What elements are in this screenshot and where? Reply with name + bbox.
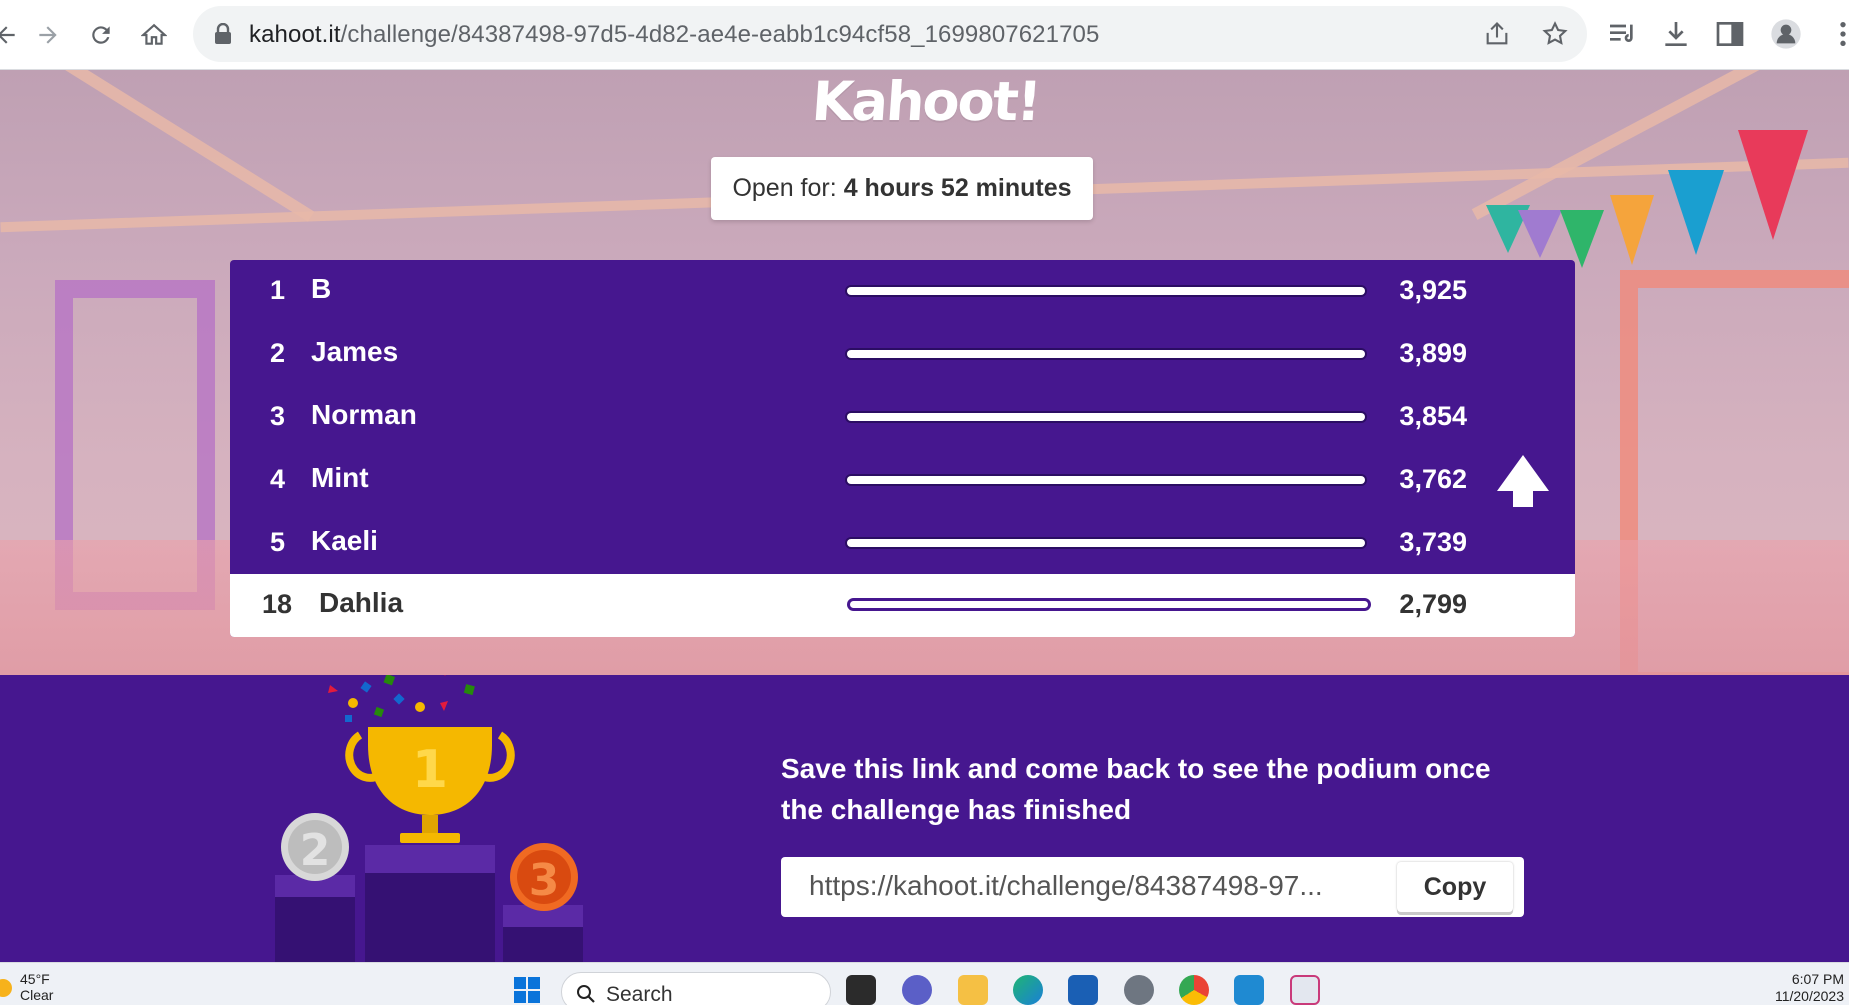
system-clock[interactable]: 6:07 PM 11/20/2023 <box>1764 971 1844 1005</box>
share-section: 1 2 3 Save this link and come back to se… <box>0 675 1849 962</box>
leaderboard-row: 1 B 3,925 <box>230 260 1575 323</box>
rank: 4 <box>269 464 285 494</box>
search-label: Search <box>606 983 673 1005</box>
search-icon <box>577 985 595 1003</box>
score: 2,799 <box>1399 589 1467 619</box>
score-bar <box>847 287 1365 295</box>
kahoot-page: Kahoot! Open for: 4 hours 52 minutes 1 B… <box>0 70 1849 962</box>
browser-menu-icon[interactable] <box>1827 18 1849 50</box>
rank: 1 <box>269 275 285 305</box>
pennant-flag <box>1518 210 1562 258</box>
leaderboard: 1 B 3,925 2 James 3,899 3 Norman 3,854 4… <box>230 260 1575 637</box>
media-control-icon[interactable] <box>1606 18 1638 50</box>
forward-arrow-icon[interactable] <box>30 17 66 53</box>
leaderboard-row: 4 Mint 3,762 <box>230 449 1575 512</box>
timer-label: Open for: <box>732 174 837 202</box>
file-explorer-icon[interactable] <box>958 975 988 1005</box>
leaderboard-row: 3 Norman 3,854 <box>230 386 1575 449</box>
kahoot-logo: Kahoot! <box>809 70 1042 133</box>
reload-icon[interactable] <box>83 17 119 53</box>
ceiling-beam-left <box>0 70 315 222</box>
browser-toolbar: kahoot.it/challenge/84387498-97d5-4d82-a… <box>0 0 1849 70</box>
second-place-medal: 2 <box>300 825 331 876</box>
score-bar <box>847 476 1365 484</box>
vscode-icon[interactable] <box>1234 975 1264 1005</box>
player-name: Norman <box>311 399 417 430</box>
pennant-flag <box>1668 170 1724 255</box>
bookmark-star-icon[interactable] <box>1541 20 1569 48</box>
taskbar: 45°F Clear Search 6:07 PM 11/20/2023 <box>0 962 1849 1005</box>
pennant-flag <box>1738 130 1808 240</box>
rank: 3 <box>269 401 285 431</box>
pennant-flag <box>1610 195 1654 265</box>
weather-widget[interactable]: 45°F Clear <box>0 971 54 1003</box>
back-arrow-icon[interactable] <box>0 17 24 53</box>
first-place-number: 1 <box>412 740 448 800</box>
share-link-box: https://kahoot.it/challenge/84387498-97.… <box>781 857 1524 917</box>
rank: 18 <box>261 589 292 619</box>
player-name: Mint <box>311 462 369 493</box>
score-bar <box>847 350 1365 358</box>
timer-value: 4 hours 52 minutes <box>843 174 1072 202</box>
windows-start-icon[interactable] <box>512 975 542 1005</box>
address-bar[interactable]: kahoot.it/challenge/84387498-97d5-4d82-a… <box>193 6 1587 62</box>
score: 3,925 <box>1399 275 1467 305</box>
share-icon[interactable] <box>1483 20 1511 48</box>
current-player-row: 18 Dahlia 2,799 <box>230 574 1575 637</box>
edge-browser-icon[interactable] <box>1013 975 1043 1005</box>
chrome-icon[interactable] <box>1179 975 1209 1005</box>
score-bar <box>847 413 1365 421</box>
third-place-medal: 3 <box>529 855 560 906</box>
taskbar-search[interactable]: Search <box>561 972 831 1005</box>
score-bar <box>850 601 1368 608</box>
task-view-icon[interactable] <box>846 975 876 1005</box>
player-name: Kaeli <box>311 525 378 556</box>
url-text[interactable]: kahoot.it/challenge/84387498-97d5-4d82-a… <box>249 21 1099 49</box>
player-name: Dahlia <box>319 587 404 618</box>
snipping-tool-icon[interactable] <box>1290 975 1320 1005</box>
weather-temp: 45°F <box>20 971 50 987</box>
teams-chat-icon[interactable] <box>902 975 932 1005</box>
score: 3,899 <box>1399 338 1467 368</box>
settings-gear-icon[interactable] <box>1124 975 1154 1005</box>
leaderboard-row: 2 James 3,899 <box>230 323 1575 386</box>
rank: 5 <box>269 527 285 557</box>
lock-icon[interactable] <box>213 23 233 45</box>
rank: 2 <box>269 338 285 368</box>
clock-time: 6:07 PM <box>1791 971 1844 987</box>
save-link-message: Save this link and come back to see the … <box>781 753 1491 825</box>
leaderboard-row: 5 Kaeli 3,739 <box>230 512 1575 575</box>
microsoft-store-icon[interactable] <box>1068 975 1098 1005</box>
trophy-podium-illustration: 1 2 3 <box>275 675 583 962</box>
score: 3,739 <box>1399 527 1467 557</box>
player-name: B <box>311 273 332 304</box>
player-name: James <box>311 336 399 367</box>
side-panel-icon[interactable] <box>1714 18 1746 50</box>
weather-desc: Clear <box>20 987 54 1003</box>
rank-up-arrow-icon <box>1497 455 1549 507</box>
download-icon[interactable] <box>1660 18 1692 50</box>
challenge-timer: Open for: 4 hours 52 minutes <box>711 157 1093 220</box>
background-scene: Kahoot! Open for: 4 hours 52 minutes 1 B… <box>0 70 1849 675</box>
home-icon[interactable] <box>136 17 172 53</box>
sun-icon <box>0 979 12 997</box>
score-bar <box>847 539 1365 547</box>
score: 3,762 <box>1399 464 1467 494</box>
score: 3,854 <box>1399 401 1467 431</box>
profile-avatar-icon[interactable] <box>1770 18 1802 50</box>
copy-button[interactable]: Copy <box>1397 862 1513 912</box>
clock-date: 11/20/2023 <box>1774 988 1844 1004</box>
share-link-field[interactable]: https://kahoot.it/challenge/84387498-97.… <box>809 870 1369 902</box>
